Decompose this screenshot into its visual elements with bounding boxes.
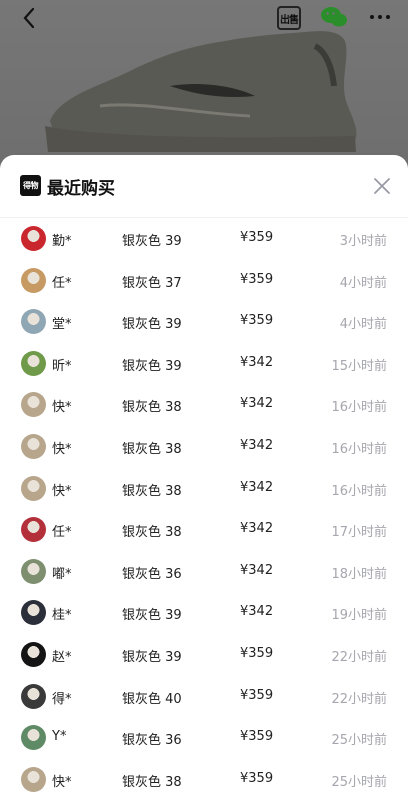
user-avatar	[21, 475, 46, 501]
purchase-row: 得* 银灰色 40 ¥359 22小时前	[0, 676, 408, 718]
size-spec: 银灰色 39	[122, 649, 182, 665]
purchase-row: 堂* 银灰色 39 ¥359 4小时前	[0, 301, 408, 343]
purchase-time: 16小时前	[331, 400, 387, 416]
purchase-row: 任* 银灰色 37 ¥359 4小时前	[0, 260, 408, 302]
size-spec: 银灰色 37	[122, 275, 182, 291]
user-avatar	[21, 267, 46, 293]
user-name: 快*	[52, 483, 72, 499]
recent-purchases-sheet: 得物 最近购买 勤* 银灰色 39 ¥359 3小时前任* 银灰色 37 ¥359 4小时前…	[0, 155, 408, 800]
price: ¥342	[240, 521, 274, 537]
purchase-time: 17小时前	[331, 525, 387, 541]
user-name: 快*	[52, 441, 72, 457]
purchase-time: 22小时前	[331, 649, 387, 665]
close-icon[interactable]	[372, 176, 392, 196]
size-spec: 银灰色 38	[122, 400, 182, 416]
more-options-icon[interactable]	[368, 9, 392, 25]
purchase-time: 16小时前	[331, 483, 387, 499]
user-name: 快*	[52, 774, 72, 790]
size-spec: 银灰色 39	[122, 234, 182, 249]
back-arrow-icon[interactable]	[18, 6, 42, 30]
price: ¥342	[240, 437, 274, 453]
user-name: 堂*	[52, 317, 72, 333]
price: ¥342	[240, 396, 274, 412]
purchase-time: 25小时前	[331, 774, 387, 790]
purchase-time: 18小时前	[331, 566, 387, 582]
price: ¥359	[240, 313, 274, 329]
sell-button[interactable]: 出售	[277, 6, 301, 30]
purchase-row: Y* 银灰色 36 ¥359 25小时前	[0, 717, 408, 759]
size-spec: 银灰色 39	[122, 317, 182, 333]
size-spec: 银灰色 39	[122, 358, 182, 374]
user-name: Y*	[52, 729, 67, 745]
sheet-title: 最近购买	[47, 179, 115, 199]
user-avatar	[21, 725, 46, 751]
size-spec: 银灰色 38	[122, 483, 182, 499]
user-avatar	[21, 600, 46, 626]
size-spec: 银灰色 39	[122, 608, 182, 624]
purchase-time: 15小时前	[331, 358, 387, 374]
price: ¥359	[240, 271, 274, 287]
purchase-row: 任* 银灰色 38 ¥342 17小时前	[0, 509, 408, 551]
product-shoe-image	[45, 31, 357, 152]
user-avatar	[21, 558, 46, 584]
dewu-logo-icon: 得物	[20, 175, 41, 196]
purchase-row: 快* 银灰色 38 ¥342 16小时前	[0, 384, 408, 426]
purchase-row: 快* 银灰色 38 ¥359 25小时前	[0, 759, 408, 800]
size-spec: 银灰色 38	[122, 441, 182, 457]
user-avatar	[21, 350, 46, 376]
purchase-time: 4小时前	[339, 275, 387, 291]
purchase-time: 19小时前	[331, 608, 387, 624]
user-name: 赵*	[52, 649, 72, 665]
price: ¥359	[240, 729, 274, 745]
purchase-row: 快* 银灰色 38 ¥342 16小时前	[0, 426, 408, 468]
price: ¥342	[240, 604, 274, 620]
purchase-time: 25小时前	[331, 733, 387, 749]
price: ¥342	[240, 354, 274, 370]
user-avatar	[21, 517, 46, 543]
purchase-time: 16小时前	[331, 441, 387, 457]
user-name: 快*	[52, 400, 72, 416]
user-avatar	[21, 433, 46, 459]
price: ¥359	[240, 645, 274, 661]
size-spec: 银灰色 36	[122, 566, 182, 582]
purchase-row: 勤* 银灰色 39 ¥359 3小时前	[0, 218, 408, 260]
brand-logo-text: 得物	[23, 181, 39, 190]
user-avatar	[21, 226, 46, 251]
user-avatar	[21, 309, 46, 335]
purchase-list: 勤* 银灰色 39 ¥359 3小时前 任* 银灰色 37 ¥359 4小时前 堂* 银灰色 39…	[0, 218, 408, 800]
sheet-header: 得物 最近购买	[0, 155, 408, 218]
user-name: 任*	[52, 275, 72, 291]
price: ¥359	[240, 230, 274, 245]
user-avatar	[21, 641, 46, 667]
purchase-time: 3小时前	[339, 234, 387, 249]
user-name: 嘟*	[52, 566, 72, 582]
price: ¥342	[240, 479, 274, 495]
purchase-time: 4小时前	[339, 317, 387, 333]
purchase-row: 快* 银灰色 38 ¥342 16小时前	[0, 468, 408, 510]
purchase-row: 桂* 银灰色 39 ¥342 19小时前	[0, 592, 408, 634]
purchase-row: 赵* 银灰色 39 ¥359 22小时前	[0, 634, 408, 676]
user-name: 得*	[52, 691, 72, 707]
user-avatar	[21, 392, 46, 418]
user-name: 勤*	[52, 234, 72, 249]
sell-label: 出售	[280, 14, 299, 26]
top-bar: 出售	[0, 0, 408, 36]
user-avatar	[21, 766, 46, 792]
price: ¥359	[240, 687, 274, 703]
user-name: 任*	[52, 525, 72, 541]
size-spec: 银灰色 38	[122, 774, 182, 790]
size-spec: 银灰色 36	[122, 733, 182, 749]
user-name: 昕*	[52, 358, 72, 374]
user-avatar	[21, 683, 46, 709]
price: ¥359	[240, 770, 274, 786]
user-name: 桂*	[52, 608, 72, 624]
purchase-time: 22小时前	[331, 691, 387, 707]
purchase-row: 昕* 银灰色 39 ¥342 15小时前	[0, 343, 408, 385]
purchase-row: 嘟* 银灰色 36 ¥342 18小时前	[0, 551, 408, 593]
price: ¥342	[240, 562, 274, 578]
size-spec: 银灰色 40	[122, 691, 182, 707]
size-spec: 银灰色 38	[122, 525, 182, 541]
wechat-share-icon[interactable]	[320, 5, 348, 29]
